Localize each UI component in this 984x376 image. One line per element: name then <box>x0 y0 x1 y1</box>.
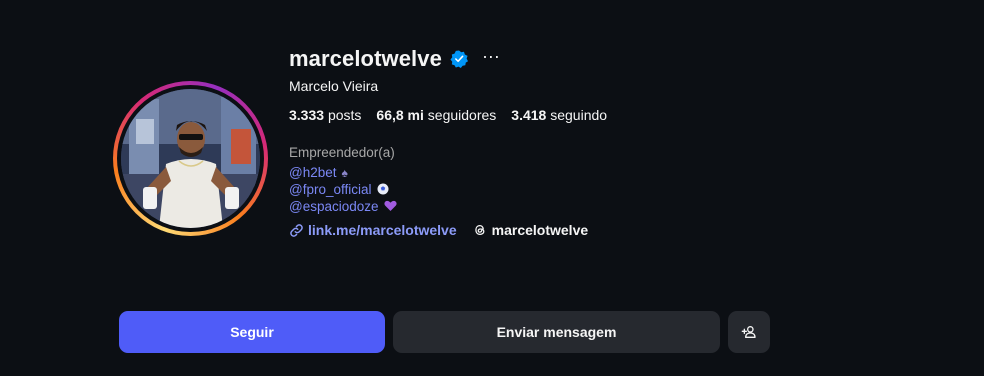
website-link[interactable]: link.me/marcelotwelve <box>289 222 457 238</box>
full-name: Marcelo Vieira <box>289 78 379 94</box>
avatar-photo-image <box>121 89 260 228</box>
link-icon <box>290 223 303 237</box>
posts-count[interactable]: 3.333 posts <box>289 107 361 123</box>
followers-label: seguidores <box>427 107 497 123</box>
profile-links: link.me/marcelotwelve marcelotwelve <box>289 222 588 238</box>
verified-badge-icon <box>450 50 468 68</box>
posts-value: 3.333 <box>289 107 325 123</box>
profile-stats: 3.333 posts 66,8 mi seguidores 3.418 seg… <box>289 107 622 123</box>
bio-mention-h2bet[interactable]: @h2bet ♠ <box>289 165 348 180</box>
followers-value: 66,8 mi <box>376 107 424 123</box>
follow-button[interactable]: Seguir <box>119 311 385 353</box>
threads-icon <box>474 224 485 236</box>
suggest-similar-button[interactable] <box>728 311 770 353</box>
bio-mention-espaciodoze[interactable]: @espaciodoze <box>289 199 397 214</box>
soccer-ball-emoji <box>377 183 389 197</box>
spade-emoji: ♠ <box>341 165 348 180</box>
posts-label: posts <box>327 107 362 123</box>
profile-avatar[interactable] <box>113 81 268 236</box>
following-value: 3.418 <box>511 107 547 123</box>
username-row: marcelotwelve ··· <box>289 44 500 74</box>
bio-mention-text: @h2bet <box>289 165 337 180</box>
bio-mention-text: @fpro_official <box>289 182 372 197</box>
more-options-icon[interactable]: ··· <box>482 47 500 65</box>
add-person-icon <box>741 326 756 338</box>
soccer-ball-icon <box>377 183 388 194</box>
website-link-text: link.me/marcelotwelve <box>308 222 457 238</box>
profile-category: Empreendedor(a) <box>289 145 395 160</box>
following-count[interactable]: 3.418 seguindo <box>511 107 607 123</box>
avatar-photo <box>121 89 260 228</box>
profile-page: marcelotwelve ··· Marcelo Vieira 3.333 p… <box>0 0 984 376</box>
threads-handle: marcelotwelve <box>491 222 589 238</box>
purple-heart-emoji <box>383 200 397 214</box>
avatar-gap <box>117 85 264 232</box>
threads-link[interactable]: marcelotwelve <box>473 222 589 238</box>
username: marcelotwelve <box>289 46 442 71</box>
bio-mention-fpro[interactable]: @fpro_official <box>289 182 389 197</box>
send-message-button[interactable]: Enviar mensagem <box>393 311 720 353</box>
purple-heart-icon <box>383 200 397 211</box>
followers-count[interactable]: 66,8 mi seguidores <box>376 107 496 123</box>
following-label: seguindo <box>550 107 608 123</box>
bio-mention-text: @espaciodoze <box>289 199 379 214</box>
